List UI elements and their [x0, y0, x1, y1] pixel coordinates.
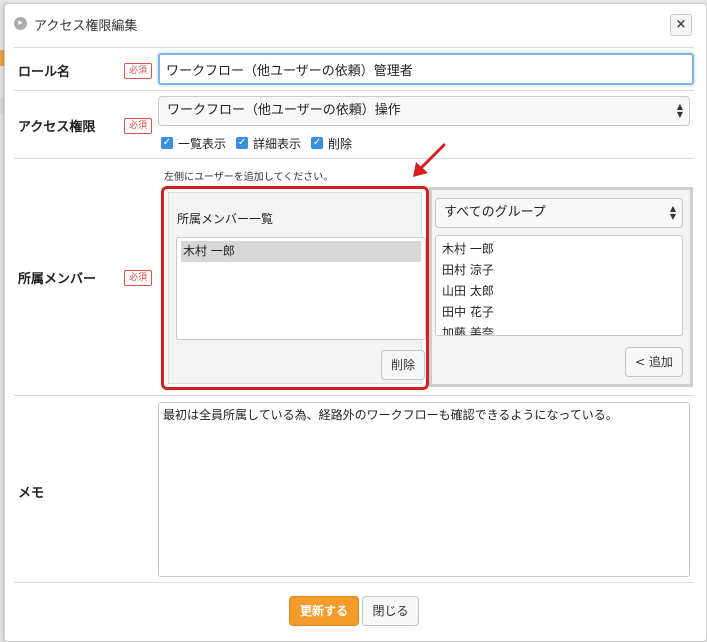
checkbox-delete[interactable]: ✓ 削除	[311, 135, 352, 152]
divider	[13, 395, 694, 396]
checkbox-detail-view[interactable]: ✓ 詳細表示	[236, 135, 301, 152]
close-icon: ×	[675, 17, 687, 32]
divider	[13, 90, 694, 91]
member-list-panel: 所属メンバー一覧 木村 一郎 削除	[168, 192, 426, 384]
access-permission-value: ワークフロー（他ユーザーの依頼）操作	[167, 103, 401, 118]
select-arrows-icon: ▲ ▼	[669, 204, 676, 221]
dialog-title: アクセス権限編集	[34, 19, 138, 34]
checkbox-list-view[interactable]: ✓ 一覧表示	[161, 135, 226, 152]
update-button[interactable]: 更新する	[289, 596, 359, 626]
chevron-right-icon: ▸	[14, 17, 27, 30]
pointer-arrow-icon	[413, 143, 446, 177]
list-item[interactable]: 加藤 美奈	[436, 323, 682, 335]
list-item[interactable]: 木村 一郎	[436, 239, 682, 260]
access-permission-label: アクセス権限	[18, 120, 96, 135]
divider	[13, 158, 694, 159]
members-label: 所属メンバー	[18, 272, 97, 287]
list-item[interactable]: 田中 花子	[436, 302, 682, 323]
delete-member-button[interactable]: 削除	[381, 350, 425, 380]
select-arrows-icon: ▲ ▼	[676, 102, 683, 119]
group-select-value: すべてのグループ	[444, 205, 546, 220]
required-badge: 必須	[124, 118, 152, 134]
divider	[13, 47, 694, 48]
dialog-title-bar: ▸ アクセス権限編集 ×	[5, 4, 706, 42]
required-badge: 必須	[124, 63, 152, 79]
checkbox-checked-icon: ✓	[311, 137, 324, 149]
divider	[13, 582, 694, 583]
access-checkboxes: ✓ 一覧表示 ✓ 詳細表示 ✓ 削除	[161, 135, 362, 151]
access-permission-select[interactable]: ワークフロー（他ユーザーの依頼）操作 ▲ ▼	[158, 96, 690, 126]
role-name-label: ロール名	[18, 65, 71, 80]
member-list-panel-highlight: 所属メンバー一覧 木村 一郎 削除	[161, 186, 429, 390]
group-panel: すべてのグループ ▲ ▼ 木村 一郎 田村 涼子 山田 太郎 田中 花子 加藤 美…	[429, 187, 693, 387]
member-list-title: 所属メンバー一覧	[177, 212, 274, 226]
checkbox-checked-icon: ✓	[161, 137, 173, 149]
add-member-button[interactable]: < 追加	[625, 347, 683, 377]
access-permission-dialog: ▸ アクセス権限編集 × ロール名 必須 アクセス権限 必須 ワークフロー（他ユ…	[4, 3, 707, 642]
checkbox-label: 詳細表示	[253, 136, 302, 151]
memo-label: メモ	[18, 486, 45, 501]
group-user-listbox[interactable]: 木村 一郎 田村 涼子 山田 太郎 田中 花子 加藤 美奈	[435, 235, 683, 336]
close-button[interactable]: ×	[670, 14, 692, 36]
list-item[interactable]: 山田 太郎	[436, 281, 682, 302]
group-select[interactable]: すべてのグループ ▲ ▼	[435, 198, 683, 228]
memo-textarea[interactable]: 最初は全員所属している為、経路外のワークフローも確認できるようになっている。	[158, 402, 690, 577]
checkbox-checked-icon: ✓	[236, 137, 249, 149]
close-dialog-button[interactable]: 閉じる	[362, 596, 419, 626]
checkbox-label: 一覧表示	[178, 136, 227, 151]
required-badge: 必須	[124, 270, 152, 286]
list-item[interactable]: 田村 涼子	[436, 260, 682, 281]
list-item[interactable]: 木村 一郎	[181, 241, 421, 262]
member-listbox[interactable]: 木村 一郎	[176, 237, 426, 340]
role-name-input[interactable]	[158, 53, 694, 85]
members-hint: 左側にユーザーを追加してください。	[164, 172, 334, 183]
checkbox-label: 削除	[328, 136, 353, 151]
